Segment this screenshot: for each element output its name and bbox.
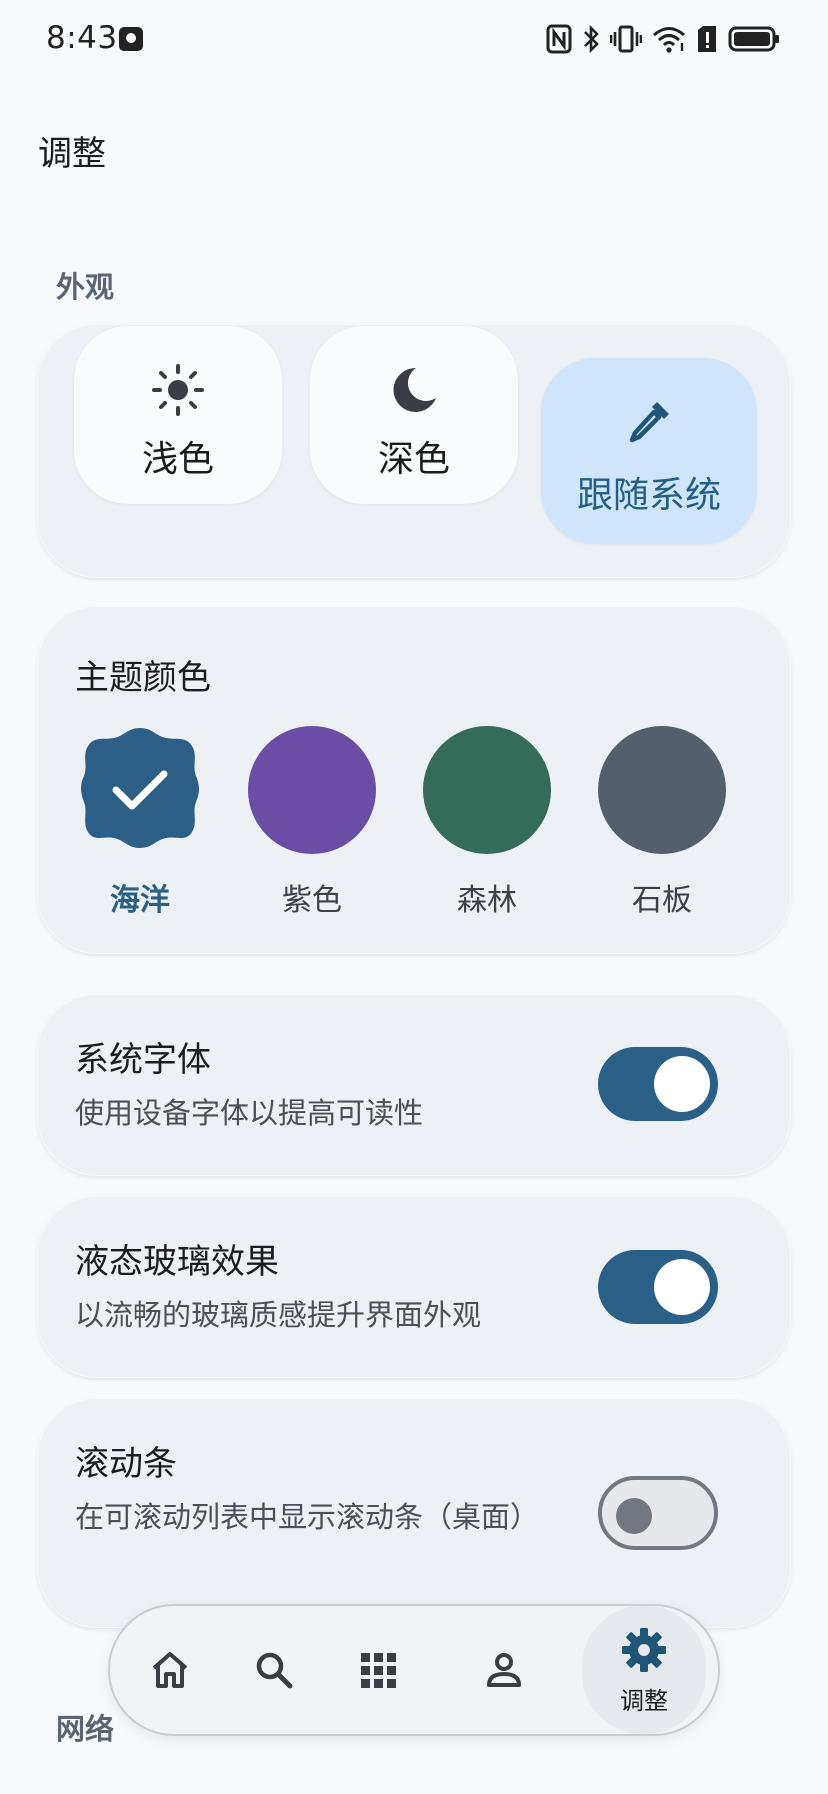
toggle-knob: [654, 1056, 710, 1112]
grid-icon: [361, 1653, 396, 1688]
mode-label: 深色: [377, 439, 450, 480]
mode-label: 跟随系统: [576, 475, 721, 516]
search-icon: [256, 1652, 293, 1689]
notification-app-icon: [119, 27, 143, 51]
scrollbar-toggle[interactable]: [598, 1476, 718, 1550]
swatch-label-ocean: 海洋: [110, 883, 170, 918]
page-title: 调整: [38, 134, 106, 174]
setting-description: 使用设备字体以提高可读性: [75, 1096, 424, 1130]
moon-icon: [393, 367, 436, 412]
nav-settings[interactable]: 调整: [582, 1606, 706, 1734]
swatch-label-purple: 紫色: [282, 883, 342, 918]
system-font-toggle[interactable]: [598, 1047, 718, 1121]
gear-icon: [622, 1627, 666, 1672]
sim-alert-icon: [698, 26, 716, 52]
theme-color-title: 主题颜色: [75, 658, 211, 698]
mode-label: 浅色: [141, 439, 214, 480]
setting-title: 液态玻璃效果: [75, 1242, 279, 1282]
vibrate-icon: [610, 25, 642, 53]
status-bar: 8:43: [0, 0, 828, 80]
person-icon: [487, 1653, 521, 1687]
swatch-label-forest: 森林: [457, 883, 517, 918]
nfc-icon: [546, 24, 572, 54]
mode-option-system[interactable]: 跟随系统: [541, 358, 757, 544]
toggle-knob: [616, 1498, 652, 1534]
eyedropper-icon: [629, 402, 669, 443]
swatch-slate[interactable]: [598, 726, 726, 854]
home-icon: [152, 1652, 188, 1688]
section-label-appearance: 外观: [56, 270, 115, 304]
nav-settings-label: 调整: [620, 1686, 668, 1715]
liquid-glass-toggle[interactable]: [598, 1250, 718, 1324]
setting-title: 系统字体: [75, 1040, 211, 1080]
swatch-label-slate: 石板: [632, 883, 692, 918]
setting-description: 以流畅的玻璃质感提升界面外观: [75, 1298, 482, 1332]
setting-description: 在可滚动列表中显示滚动条（桌面）: [75, 1500, 540, 1534]
toggle-knob: [654, 1259, 710, 1315]
status-time: 8:43: [46, 20, 118, 56]
wifi-icon: [653, 27, 685, 53]
swatch-ocean[interactable]: [74, 722, 206, 854]
section-label-network: 网络: [56, 1712, 115, 1746]
setting-title: 滚动条: [75, 1444, 177, 1484]
bottom-nav: 调整: [108, 1604, 720, 1736]
status-icons: [546, 22, 780, 56]
nav-profile[interactable]: [458, 1606, 550, 1734]
battery-icon: [728, 26, 779, 52]
swatch-purple[interactable]: [248, 726, 376, 854]
nav-apps[interactable]: [332, 1606, 424, 1734]
nav-home[interactable]: [124, 1606, 216, 1734]
mode-option-dark[interactable]: 深色: [310, 326, 518, 504]
bluetooth-icon: [584, 24, 599, 54]
sun-icon: [152, 364, 204, 416]
swatch-forest[interactable]: [423, 726, 551, 854]
nav-search[interactable]: [228, 1606, 320, 1734]
mode-option-light[interactable]: 浅色: [74, 326, 282, 504]
